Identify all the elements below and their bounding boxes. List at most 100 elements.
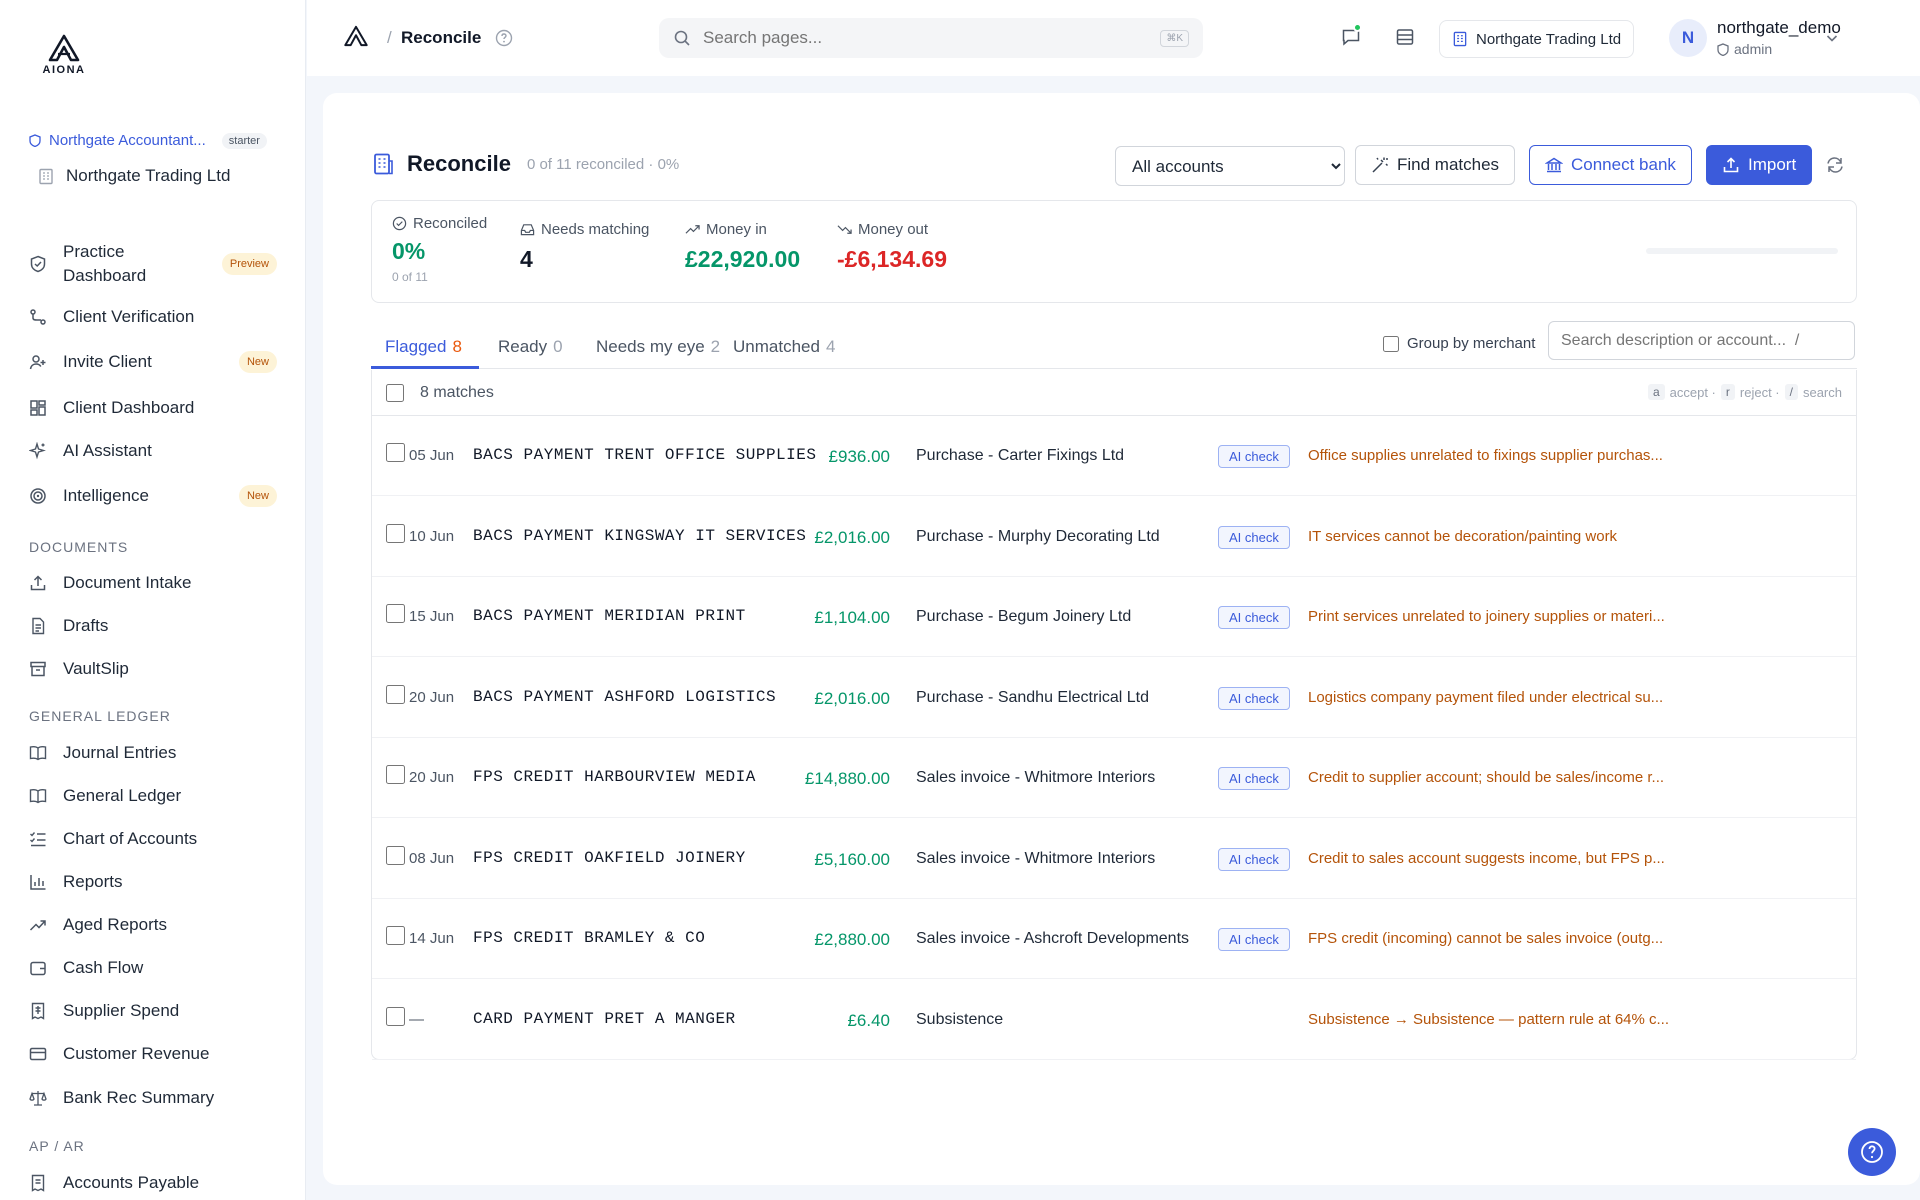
sidebar-item-label: Invite Client	[63, 352, 152, 371]
notification-dot	[1353, 23, 1362, 32]
aiona-logo[interactable]: AIONA	[40, 34, 88, 76]
client-selector[interactable]: Northgate Trading Ltd	[38, 166, 230, 186]
row-account[interactable]: Purchase - Carter Fixings Ltd	[916, 447, 1124, 465]
table-row[interactable]: 08 Jun FPS CREDIT OAKFIELD JOINERY £5,160.…	[372, 819, 1856, 899]
sidebar-item-label: Client Dashboard	[63, 398, 195, 417]
logo-mark-icon	[48, 34, 80, 62]
global-search[interactable]: ⌘K	[659, 18, 1203, 58]
breadcrumb-logo-icon[interactable]	[343, 24, 369, 48]
sidebar-item-bank-rec-summary[interactable]: Bank Rec Summary	[29, 1086, 277, 1110]
user-name[interactable]: northgate_demo	[1717, 18, 1841, 38]
ai-check-badge[interactable]: AI check	[1218, 525, 1290, 549]
ai-check-badge[interactable]: AI check	[1218, 606, 1290, 629]
sidebar-item-customer-revenue[interactable]: Customer Revenue	[29, 1042, 277, 1066]
ai-check-badge[interactable]: AI check	[1218, 686, 1290, 710]
refresh-icon[interactable]	[1825, 155, 1845, 175]
select-all-checkbox[interactable]	[386, 384, 404, 402]
ai-check-badge[interactable]: AI check	[1218, 928, 1290, 951]
company-name: Northgate Trading Ltd	[1476, 30, 1622, 48]
sidebar-item-cash-flow[interactable]: Cash Flow	[29, 956, 277, 980]
row-checkbox[interactable]	[386, 845, 405, 865]
search-input[interactable]	[703, 28, 1161, 48]
sidebar-item-general-ledger[interactable]: General Ledger	[29, 784, 277, 808]
sidebar-item-ai-assistant[interactable]: AI Assistant	[29, 439, 277, 463]
avatar[interactable]: N	[1669, 19, 1707, 57]
sidebar-item-drafts[interactable]: Drafts	[29, 614, 277, 638]
row-checkbox[interactable]	[386, 926, 405, 945]
new-badge: New	[238, 485, 277, 507]
sidebar-item-client-verification[interactable]: Client Verification	[29, 305, 277, 329]
sidebar-item-label: Reports	[63, 872, 123, 891]
row-account[interactable]: Purchase - Begum Joinery Ltd	[916, 608, 1131, 626]
group-by-merchant-checkbox[interactable]	[1383, 335, 1399, 352]
tab-flagged[interactable]: Flagged 8	[385, 337, 462, 357]
panel-icon	[1396, 29, 1414, 45]
description-search-input[interactable]	[1548, 321, 1855, 360]
hint-key: a	[1647, 384, 1665, 400]
sidebar-item-reports[interactable]: Reports	[29, 870, 277, 894]
sidebar-item-supplier-spend[interactable]: Supplier Spend	[29, 999, 277, 1023]
connect-bank-button[interactable]: Connect bank	[1529, 145, 1692, 185]
row-account[interactable]: Sales invoice - Ashcroft Developments	[916, 930, 1189, 948]
sidebar-item-chart-of-accounts[interactable]: Chart of Accounts	[29, 827, 277, 851]
sidebar-item-invite-client[interactable]: Invite Client New	[29, 350, 277, 374]
table-row[interactable]: 20 Jun FPS CREDIT HARBOURVIEW MEDIA £14,88…	[372, 738, 1856, 818]
sidebar-item-label: Client Verification	[63, 307, 195, 326]
account-filter-select[interactable]: All accounts	[1115, 146, 1345, 186]
wand-icon	[1372, 157, 1389, 173]
tab-needs-my-eye[interactable]: Needs my eye 2	[596, 337, 720, 357]
sidebar-item-practice-dashboard[interactable]: Practice Dashboard Preview	[29, 240, 277, 288]
layout-button[interactable]	[1395, 27, 1415, 52]
table-row[interactable]: 05 Jun BACS PAYMENT TRENT OFFICE SUPPLIES…	[372, 416, 1856, 496]
company-switcher[interactable]: Northgate Trading Ltd	[1439, 20, 1635, 58]
tab-ready[interactable]: Ready 0	[498, 337, 563, 357]
row-description: CARD PAYMENT PRET A MANGER	[473, 1009, 736, 1028]
org-name: Northgate Accountant...	[49, 132, 206, 149]
row-description: BACS PAYMENT KINGSWAY IT SERVICES	[473, 526, 807, 545]
row-account[interactable]: Subsistence	[916, 1011, 1003, 1029]
tab-count: 8	[452, 337, 462, 356]
building-icon	[1453, 31, 1467, 47]
table-row[interactable]: 15 Jun BACS PAYMENT MERIDIAN PRINT £1,104.…	[372, 577, 1856, 657]
find-matches-button[interactable]: Find matches	[1355, 145, 1516, 185]
sidebar-item-aged-reports[interactable]: Aged Reports	[29, 913, 277, 937]
row-checkbox[interactable]	[386, 765, 405, 784]
chevron-down-icon[interactable]	[1825, 31, 1839, 45]
sidebar-item-document-intake[interactable]: Document Intake	[29, 571, 277, 595]
row-account[interactable]: Sales invoice - Whitmore Interiors	[916, 769, 1155, 787]
table-row[interactable]: 10 Jun BACS PAYMENT KINGSWAY IT SERVICES £…	[372, 497, 1856, 577]
sidebar-item-label: AI Assistant	[63, 441, 152, 460]
ai-check-badge[interactable]: AI check	[1218, 847, 1290, 871]
stat-label: Money out	[858, 221, 929, 238]
row-checkbox[interactable]	[386, 1006, 405, 1026]
row-account[interactable]: Purchase - Sandhu Electrical Ltd	[916, 689, 1149, 707]
table-row[interactable]: 20 Jun BACS PAYMENT ASHFORD LOGISTICS £2,0…	[372, 658, 1856, 738]
group-by-merchant-toggle[interactable]: Group by merchant	[1383, 335, 1535, 352]
sidebar-item-accounts-payable[interactable]: Accounts Payable	[29, 1171, 277, 1195]
row-checkbox[interactable]	[386, 604, 405, 623]
sidebar-item-vaultslip[interactable]: VaultSlip	[29, 657, 277, 681]
sidebar-item-journal-entries[interactable]: Journal Entries	[29, 741, 277, 765]
list-checks-icon	[29, 830, 47, 848]
sidebar-item-intelligence[interactable]: Intelligence New	[29, 484, 277, 508]
row-account[interactable]: Purchase - Murphy Decorating Ltd	[916, 528, 1160, 546]
sidebar-item-client-dashboard[interactable]: Client Dashboard	[29, 396, 277, 420]
preview-badge: Preview	[221, 253, 277, 275]
table-row[interactable]: 14 Jun FPS CREDIT BRAMLEY & CO £2,880.00 Sa…	[372, 899, 1856, 979]
ai-check-badge[interactable]: AI check	[1218, 767, 1290, 790]
ai-check-badge[interactable]: AI check	[1218, 445, 1290, 468]
help-circle-icon[interactable]	[495, 29, 513, 47]
row-checkbox[interactable]	[386, 684, 405, 704]
table-row[interactable]: — CARD PAYMENT PRET A MANGER £6.40 Subsiste…	[372, 980, 1856, 1060]
messages-button[interactable]	[1341, 23, 1362, 52]
row-checkbox[interactable]	[386, 523, 405, 543]
row-checkbox[interactable]	[386, 443, 405, 462]
import-button[interactable]: Import	[1706, 145, 1813, 185]
org-switcher[interactable]: Northgate Accountant... starter	[29, 132, 267, 149]
tab-unmatched[interactable]: Unmatched 4	[733, 337, 835, 357]
help-button[interactable]	[1848, 1128, 1896, 1176]
page-title: Reconcile	[407, 151, 511, 176]
row-account[interactable]: Sales invoice - Whitmore Interiors	[916, 850, 1155, 868]
stats-panel: Reconciled 0% 0 of 11 Needs matching 4 M…	[371, 200, 1857, 303]
bar-chart-icon	[29, 873, 47, 891]
